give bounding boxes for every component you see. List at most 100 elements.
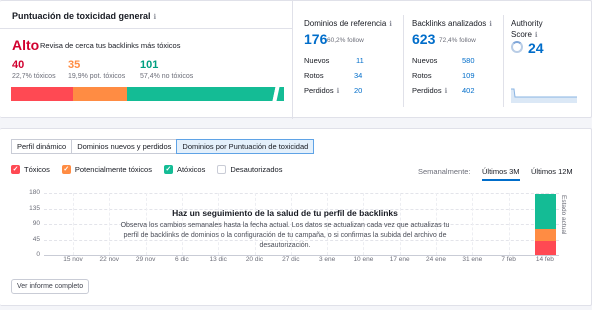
- rd-lost-label-text: Perdidos: [304, 86, 334, 95]
- column-divider: [292, 1, 293, 119]
- x-tick-label: 17 ene: [389, 256, 410, 263]
- referring-domains-label-text: Dominios de referencia: [304, 19, 387, 28]
- bar-potencialmente-tóxicos[interactable]: [534, 229, 556, 242]
- bl-new-label: Nuevos: [412, 56, 438, 65]
- x-tick-label: 24 ene: [426, 256, 446, 263]
- bar-tóxicos[interactable]: [534, 241, 556, 255]
- info-icon[interactable]: ℹ: [154, 14, 157, 21]
- referring-domains-value[interactable]: 176: [304, 31, 327, 47]
- period-12m-tab[interactable]: Últimos 12M: [531, 167, 573, 176]
- bl-new-value[interactable]: 580: [462, 56, 475, 65]
- x-tick-label: 27 dic: [282, 256, 300, 263]
- potential-toxic-label: 19,9% pot. tóxicos: [68, 73, 126, 80]
- period-3m-tab[interactable]: Últimos 3M: [482, 167, 520, 181]
- backlinks-value[interactable]: 623: [412, 31, 435, 47]
- column-divider: [503, 15, 504, 107]
- info-icon[interactable]: ℹ: [535, 32, 538, 39]
- overview-card: Puntuación de toxicidad general ℹ Alto Re…: [0, 0, 592, 119]
- x-tick-label: 14 feb: [535, 256, 554, 263]
- bar-break: [272, 87, 280, 101]
- rd-new-label: Nuevos: [304, 56, 330, 65]
- referring-domains-pct: 60,2% follow: [327, 37, 364, 44]
- toxicity-level: Alto: [12, 37, 40, 53]
- info-icon[interactable]: ℹ: [489, 21, 492, 28]
- y-tick-label: 180: [29, 189, 40, 196]
- rd-broken-label: Rotos: [304, 71, 324, 80]
- x-grid-line: [508, 193, 510, 255]
- section-divider: [0, 28, 292, 29]
- backlinks-label: Backlinks analizados ℹ: [412, 19, 492, 28]
- checkbox-checked-icon[interactable]: ✓: [163, 165, 173, 174]
- non-toxic-label: 57,4% no tóxicos: [140, 73, 194, 80]
- referring-domains-label: Dominios de referencia ℹ: [304, 19, 392, 28]
- authority-label-2-text: Score: [511, 30, 532, 39]
- legend-non-toxic[interactable]: ✓ Atóxicos: [163, 165, 206, 174]
- x-tick-label: 10 ene: [353, 256, 374, 263]
- y-tick-label: 45: [32, 235, 40, 243]
- potential-toxic-count[interactable]: 35: [68, 59, 80, 71]
- period-label: Semanalmente:: [418, 167, 471, 176]
- authority-label-1: Authority: [511, 19, 543, 28]
- sparkline-line: [511, 88, 577, 98]
- info-icon[interactable]: ℹ: [389, 21, 392, 28]
- sparkline-area: [511, 89, 577, 103]
- tab-domains-by-toxicity[interactable]: Dominios por Puntuación de toxicidad: [176, 139, 315, 154]
- legend-non-toxic-label: Atóxicos: [176, 165, 206, 174]
- empty-state-title: Haz un seguimiento de la salud de tu per…: [172, 208, 398, 218]
- toxicity-title-text: Puntuación de toxicidad general: [12, 11, 151, 21]
- x-tick-label: 3 ene: [318, 256, 336, 263]
- tab-bar: Perfil dinámico Dominios nuevos y perdid…: [11, 139, 315, 154]
- y-tick-label: 90: [32, 220, 40, 227]
- legend-toxic[interactable]: ✓ Tóxicos: [11, 165, 50, 174]
- toxicity-level-desc: Revisa de cerca tus backlinks más tóxico…: [40, 41, 181, 50]
- rd-new-value[interactable]: 11: [356, 56, 364, 65]
- toxic-count[interactable]: 40: [12, 59, 24, 71]
- non-toxic-segment: [127, 87, 284, 101]
- rd-lost-value[interactable]: 20: [354, 86, 362, 95]
- current-state-label: Estado actual: [560, 195, 567, 235]
- toxic-label: 22,7% tóxicos: [12, 73, 56, 80]
- toxicity-chart-card: Perfil dinámico Dominios nuevos y perdid…: [0, 128, 592, 306]
- rd-lost-label: Perdidos ℹ: [304, 86, 339, 95]
- authority-ring-icon: [511, 41, 523, 53]
- y-tick-label: 135: [29, 204, 40, 212]
- tab-dynamic-profile[interactable]: Perfil dinámico: [11, 139, 73, 154]
- authority-value[interactable]: 24: [528, 40, 544, 56]
- legend-disavowed-label: Desautorizados: [230, 165, 283, 174]
- bl-broken-label: Rotos: [412, 71, 432, 80]
- info-icon[interactable]: ℹ: [337, 88, 340, 95]
- x-tick-label: 6 dic: [175, 256, 189, 263]
- legend-potential-toxic-label: Potencialmente tóxicos: [74, 165, 152, 174]
- backlinks-pct: 72,4% follow: [439, 37, 476, 44]
- tab-new-lost-domains[interactable]: Dominios nuevos y perdidos: [71, 139, 178, 154]
- info-icon[interactable]: ℹ: [445, 88, 448, 95]
- rd-broken-value[interactable]: 34: [354, 71, 362, 80]
- x-tick-label: 29 nov: [135, 256, 156, 263]
- grid-line: [44, 193, 559, 194]
- bar-atóxicos[interactable]: [534, 194, 556, 230]
- y-tick-label: 0: [36, 251, 40, 258]
- x-tick-label: 20 dic: [245, 256, 264, 263]
- empty-state-desc: Observa los cambios semanales hasta la f…: [120, 222, 450, 249]
- backlinks-label-text: Backlinks analizados: [412, 19, 487, 28]
- potential-toxic-segment: [73, 87, 128, 101]
- x-tick-label: 22 nov: [99, 256, 120, 263]
- toxicity-title: Puntuación de toxicidad general ℹ: [12, 11, 156, 21]
- authority-sparkline: [511, 88, 577, 103]
- bl-lost-value[interactable]: 402: [462, 86, 475, 95]
- legend-potential-toxic[interactable]: ✓ Potencialmente tóxicos: [61, 165, 152, 174]
- x-tick-label: 13 dic: [209, 256, 227, 263]
- view-full-report-button[interactable]: Ver informe completo: [11, 279, 90, 294]
- bl-lost-label: Perdidos ℹ: [412, 86, 447, 95]
- x-grid-line: [472, 193, 474, 255]
- checkbox-checked-icon[interactable]: ✓: [61, 165, 71, 174]
- checkbox-empty-icon[interactable]: [217, 165, 227, 174]
- x-tick-label: 31 ene: [462, 256, 483, 263]
- bl-lost-label-text: Perdidos: [412, 86, 442, 95]
- non-toxic-count[interactable]: 101: [140, 59, 158, 71]
- checkbox-checked-icon[interactable]: ✓: [11, 165, 20, 174]
- toxic-segment: [11, 87, 74, 101]
- bl-broken-value[interactable]: 109: [462, 71, 475, 80]
- legend-disavowed[interactable]: Desautorizados: [217, 165, 282, 174]
- toxicity-bar: [11, 87, 284, 101]
